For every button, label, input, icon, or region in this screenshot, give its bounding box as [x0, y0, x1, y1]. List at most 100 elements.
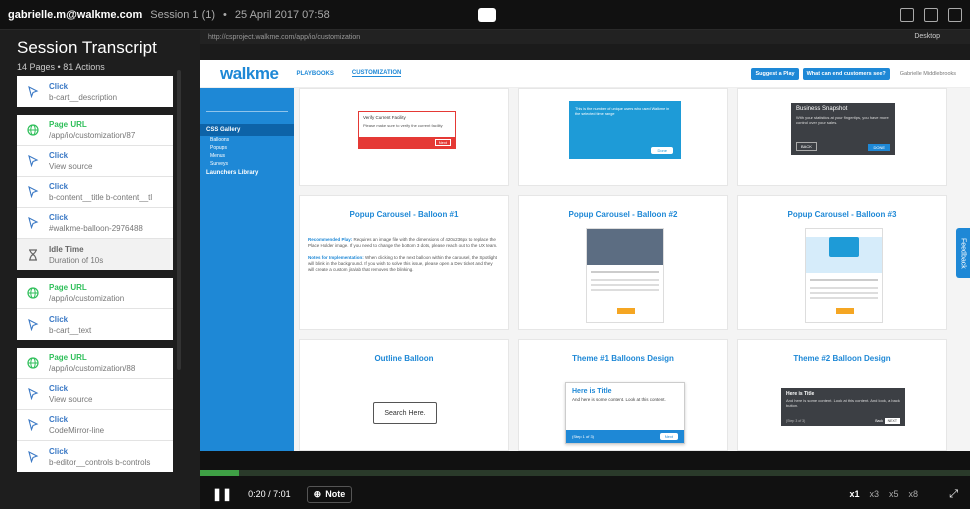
item-value: b-cart__description	[49, 92, 118, 102]
speed-x1[interactable]: x1	[849, 489, 859, 499]
share-icon[interactable]	[900, 8, 914, 22]
click-item[interactable]: Click CodeMirror-line	[17, 410, 173, 441]
item-text: Click #walkme-balloon-2976488	[49, 212, 143, 234]
item-value: View source	[49, 162, 93, 171]
item-label: Click	[49, 314, 69, 324]
carousel-image	[806, 237, 882, 273]
session-viewer: http://csproject.walkme.com/app/io/custo…	[200, 30, 970, 451]
feedback-tab[interactable]: Feedback	[956, 228, 970, 278]
menu-css-gallery[interactable]: CSS Gallery	[200, 124, 294, 136]
balloon-step: (Step 3 of 3)	[786, 419, 806, 423]
download-icon[interactable]	[924, 8, 938, 22]
speed-x3[interactable]: x3	[869, 489, 879, 499]
balloon-text: And here is some content. Look at this c…	[786, 398, 900, 408]
session-datetime: 25 April 2017 07:58	[234, 8, 330, 21]
click-item[interactable]: Click b-editor__controls b-controls	[17, 441, 173, 472]
gallery-card[interactable]: Popup Carousel - Balloon #3	[737, 195, 947, 330]
menu-balloons[interactable]: Balloons	[200, 136, 294, 144]
top-actions	[900, 8, 962, 22]
user-email: gabrielle.m@walkme.com	[8, 8, 143, 21]
item-label: Click	[49, 151, 69, 160]
card-title: Popup Carousel - Balloon #1	[349, 210, 459, 219]
carousel-image	[587, 229, 663, 265]
timeline[interactable]	[200, 470, 970, 476]
transcript-group: Page URL/app/io/customization Click b-cart…	[17, 278, 173, 340]
popup-title: Business Snapshot	[796, 106, 848, 112]
speed-x5[interactable]: x5	[889, 489, 899, 499]
gallery-card[interactable]: Outline Balloon Search Here.	[299, 339, 509, 451]
recommended-label: Recommended Play:	[308, 237, 353, 242]
gallery-card[interactable]: Verify Current Facility Please make sure…	[299, 88, 509, 186]
bullet: •	[57, 62, 61, 72]
item-label: Page URL	[49, 283, 87, 292]
fullscreen-icon[interactable]: ⤢	[949, 488, 958, 501]
player-bar: ❚❚ 0:20 / 7:01 ⊕ Note x1 x3 x5 x8 ⤢	[200, 451, 970, 509]
click-item[interactable]: Click #walkme-balloon-2976488	[17, 208, 173, 239]
item-value: CodeMirror-line	[49, 426, 105, 435]
item-value: /app/io/customization	[49, 294, 125, 303]
close-icon[interactable]	[948, 8, 962, 22]
carousel-preview	[805, 228, 883, 323]
notes-label: Notes for Implementation:	[308, 255, 364, 260]
nav-playbooks[interactable]: PLAYBOOKS	[296, 71, 333, 77]
menu-surveys[interactable]: Surveys	[200, 160, 294, 168]
nav-customization[interactable]: CUSTOMIZATION	[351, 70, 402, 77]
item-label: Click	[49, 182, 69, 191]
sidebar-summary: 14 Pages • 81 Actions	[17, 62, 105, 72]
note-button[interactable]: ⊕ Note	[306, 485, 353, 503]
sidebar-scrollbar[interactable]	[177, 70, 181, 370]
gallery-card[interactable]: Popup Carousel - Balloon #1 Recommended …	[299, 195, 509, 330]
cursor-icon	[26, 185, 40, 199]
gallery-card[interactable]: This is the number of unique users who u…	[518, 88, 728, 186]
suggest-play-button[interactable]: Suggest a Play	[751, 67, 799, 80]
idle-time-item[interactable]: Idle Time Duration of 10s	[17, 239, 173, 270]
video-camera-icon[interactable]	[478, 8, 496, 22]
popup-back-button[interactable]: BACK	[796, 142, 817, 151]
gallery-grid: Verify Current Facility Please make sure…	[294, 88, 970, 451]
speed-x8[interactable]: x8	[908, 489, 918, 499]
balloon-next-button[interactable]: Next	[659, 433, 678, 440]
card-title: Theme #2 Balloon Design	[793, 354, 891, 363]
menu-menus[interactable]: Menus	[200, 152, 294, 160]
popup-next-button[interactable]: Next	[434, 139, 451, 146]
item-value: #walkme-balloon-2976488	[49, 224, 143, 233]
item-text: Page URL/app/io/customization	[49, 282, 124, 304]
card-title: Outline Balloon	[374, 354, 434, 363]
menu-launchers-library[interactable]: Launchers Library	[200, 168, 294, 178]
balloon-back-button[interactable]: Back	[875, 419, 883, 423]
popup-done-button[interactable]: DONE	[868, 144, 890, 151]
pause-icon[interactable]: ❚❚	[212, 487, 232, 501]
page-url-item[interactable]: Page URL/app/io/customization/88	[17, 348, 173, 379]
menu-search[interactable]	[206, 98, 288, 112]
item-text: Page URL/app/io/customization/87	[49, 119, 135, 141]
menu-popups[interactable]: Popups	[200, 144, 294, 152]
url-text: http://csproject.walkme.com/app/io/custo…	[208, 33, 361, 41]
page-url-item[interactable]: Page URL/app/io/customization	[17, 278, 173, 309]
item-label: Click	[49, 415, 69, 424]
popup-done-button[interactable]: Done	[651, 147, 673, 154]
gallery-card[interactable]: Theme #2 Balloon Design Here is Title An…	[737, 339, 947, 451]
gallery-card[interactable]: Business Snapshot With your statistics a…	[737, 88, 947, 186]
click-item[interactable]: Click View source	[17, 146, 173, 177]
hourglass-icon	[26, 248, 40, 262]
click-item[interactable]: Click View source	[17, 379, 173, 410]
click-item[interactable]: Click b-content__title b-content__tl	[17, 177, 173, 208]
device-label[interactable]: Desktop	[914, 33, 940, 40]
balloon-next-button[interactable]: NEXT	[884, 418, 900, 424]
gallery-card[interactable]: Theme #1 Balloons Design Here is Title A…	[518, 339, 728, 451]
customers-see-button[interactable]: What can end customers see?	[802, 67, 890, 80]
card-description: Recommended Play: Requires an image file…	[300, 219, 508, 273]
item-value: /app/io/customization/88	[49, 364, 136, 373]
click-item[interactable]: Click b-cart__description	[17, 76, 173, 107]
page-url-item[interactable]: Page URL/app/io/customization/87	[17, 115, 173, 146]
site-user[interactable]: Gabrielle Middlebrooks	[900, 71, 956, 77]
player-controls: ❚❚ 0:20 / 7:01 ⊕ Note x1 x3 x5 x8 ⤢	[200, 481, 970, 507]
click-item[interactable]: Click b-cart__text	[17, 309, 173, 340]
popup-title: Verify Current Facility	[363, 115, 406, 120]
cursor-icon	[26, 450, 40, 464]
item-value: b-content__title b-content__tl	[49, 193, 153, 202]
transcript-group: Click b-cart__description	[17, 76, 173, 107]
card-title: Popup Carousel - Balloon #3	[787, 210, 897, 219]
cursor-icon	[26, 418, 40, 432]
gallery-card[interactable]: Popup Carousel - Balloon #2	[518, 195, 728, 330]
